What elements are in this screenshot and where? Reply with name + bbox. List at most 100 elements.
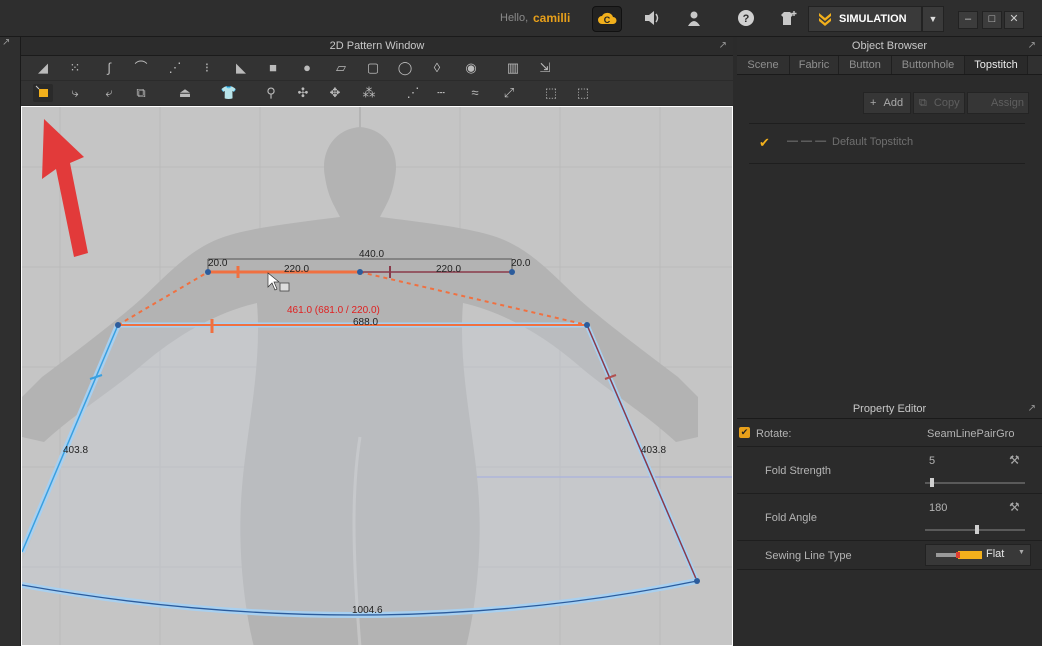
button-tool-icon[interactable]: ⁂ [359, 84, 379, 102]
svg-text:?: ? [743, 13, 750, 25]
pattern-toolbar-row-2: ⤷ ⤶ ⧉ ⏏ 👕 ⚲ ✣ ✥ ⁂ ⋰ ┄ ≈ ⤢ ⬚ ⬚ [21, 81, 733, 105]
hem-length-label: 1004.6 [352, 605, 383, 616]
popout-icon[interactable]: ↗ [1028, 400, 1036, 418]
trace-tool-icon[interactable]: ◉ [461, 59, 481, 77]
minimize-icon: – [964, 13, 972, 25]
sewing-line-type-value: Flat [986, 548, 1005, 560]
account-button[interactable] [680, 6, 708, 30]
left-side-label: 403.8 [63, 445, 89, 456]
internal-rectangle-tool-icon[interactable]: ▢ [363, 59, 383, 77]
texture-tool-icon[interactable]: ✥ [325, 84, 345, 102]
simulation-label: SIMULATION [839, 13, 907, 25]
select-graphic-tool-icon[interactable]: ⬚ [541, 84, 561, 102]
username-text[interactable]: camilli [533, 11, 570, 25]
expand-icon[interactable]: ↗ [2, 37, 10, 48]
list-item-default-topstitch[interactable]: ✔ — — — Default Topstitch [759, 135, 1029, 151]
edit-point-tool-icon[interactable]: ⁙ [65, 59, 85, 77]
tab-fabric[interactable]: Fabric [790, 56, 839, 74]
left-corner-label: 20.0 [208, 258, 228, 269]
top-right-seg-label: 220.0 [436, 264, 462, 275]
flat-seam-icon [936, 551, 982, 559]
pattern-canvas[interactable]: 440.0 20.0 20.0 220.0 220.0 461.0 (681.0… [21, 106, 733, 646]
user-icon [688, 11, 700, 26]
maximize-button[interactable]: □ [982, 11, 1002, 29]
right-side-label: 403.8 [641, 445, 667, 456]
object-browser-tabs: Scene Fabric Button Buttonhole Topstitch [737, 56, 1042, 75]
internal-polygon-tool-icon[interactable]: ▱ [331, 59, 351, 77]
popout-icon[interactable]: ↗ [1028, 37, 1036, 55]
fold-strength-slider-thumb[interactable] [930, 478, 934, 487]
pin-tool-icon[interactable]: ⚲ [261, 84, 281, 102]
tab-topstitch[interactable]: Topstitch [965, 56, 1028, 74]
pattern-toolbar-row-1: ◢ ⁙ ∫ ⌒ ⋰ ⁝ ◣ ■ ● ▱ ▢ ◯ ◊ ◉ ▥ ⇲ [21, 56, 733, 80]
slash-spread-tool-icon[interactable]: ▥ [503, 59, 523, 77]
segment-topstitch-tool-icon[interactable]: ┄ [431, 84, 451, 102]
rotate-checkbox[interactable]: ✔ [739, 427, 750, 438]
popout-icon[interactable]: ↗ [719, 37, 727, 55]
red-arrow-annotation [42, 119, 88, 257]
iron-tool-icon[interactable]: ⏏ [175, 84, 195, 102]
internal-circle-tool-icon[interactable]: ◯ [395, 59, 415, 77]
simulation-chevron-icon [819, 13, 831, 26]
minimize-button[interactable]: – [958, 11, 978, 29]
fold-strength-slider[interactable] [925, 482, 1025, 484]
edit-curve-point-tool-icon[interactable]: ∫ [99, 59, 119, 77]
tab-buttonhole[interactable]: Buttonhole [892, 56, 965, 74]
fold-strength-row: Fold Strength 5 ⚒ [737, 447, 1042, 494]
tab-button[interactable]: Button [839, 56, 892, 74]
avatar-add-button[interactable] [774, 6, 802, 30]
close-button[interactable]: ✕ [1004, 11, 1024, 29]
fold-angle-wrench-icon[interactable]: ⚒ [1009, 500, 1020, 514]
garment-tool-icon[interactable]: 👕 [219, 84, 239, 102]
help-button[interactable]: ? [732, 6, 760, 30]
simulation-button[interactable]: SIMULATION [808, 6, 922, 32]
rotate-value: SeamLinePairGro [927, 428, 1015, 440]
edit-curvature-tool-icon[interactable]: ⌒ [131, 59, 151, 77]
edit-topstitch-tool-icon[interactable]: ⤢ [499, 84, 519, 102]
fold-strength-wrench-icon[interactable]: ⚒ [1009, 453, 1020, 467]
circle-tool-icon[interactable]: ● [297, 59, 317, 77]
polygon-tool-icon[interactable]: ◣ [231, 59, 251, 77]
fold-arrangement-tool-icon[interactable] [33, 84, 53, 102]
fold-angle-label: Fold Angle [765, 512, 817, 524]
fold-angle-slider-thumb[interactable] [975, 525, 979, 534]
avatar-add-icon [781, 11, 797, 25]
copy-icon: ⧉ [919, 97, 927, 109]
dropdown-arrow-icon: ▼ [928, 14, 938, 24]
copy-button[interactable]: ⧉ Copy [913, 92, 965, 114]
fold-strength-value[interactable]: 5 [929, 455, 935, 467]
mid-width-label: 688.0 [353, 317, 379, 328]
close-icon: ✕ [1009, 13, 1019, 25]
free-sewing-tool-icon[interactable]: ⤶ [99, 84, 119, 102]
fold-tool-icon[interactable]: ⇲ [535, 59, 555, 77]
transform-graphic-tool-icon[interactable]: ⬚ [573, 84, 593, 102]
plus-icon: + [870, 97, 877, 109]
right-corner-label: 20.0 [511, 258, 531, 269]
object-browser-title: Object Browser [851, 40, 928, 52]
add-point-tool-icon[interactable]: ⋰ [165, 59, 185, 77]
sound-button[interactable] [638, 6, 666, 30]
dart-tool-icon[interactable]: ◊ [427, 59, 447, 77]
free-topstitch-tool-icon[interactable]: ≈ [465, 84, 485, 102]
copy-label: Copy [933, 97, 960, 109]
clo-cloud-button[interactable]: C [592, 6, 622, 32]
simulation-dropdown[interactable]: ▼ [922, 6, 944, 32]
greeting-text: Hello, [500, 12, 529, 24]
rectangle-tool-icon[interactable]: ■ [263, 59, 283, 77]
edit-sewing-tool-icon[interactable]: ⧉ [131, 84, 151, 102]
transform-pattern-tool-icon[interactable]: ◢ [33, 59, 53, 77]
cut-tool-icon[interactable]: ⁝ [197, 59, 217, 77]
topstitch-tool-icon[interactable]: ⋰ [403, 84, 423, 102]
sewing-line-type-select[interactable]: Flat ▼ [925, 544, 1031, 566]
fold-angle-value[interactable]: 180 [929, 502, 947, 514]
pattern-window-header: 2D Pattern Window ↗ [21, 37, 733, 56]
clo-cloud-icon: C [598, 12, 617, 25]
maximize-icon: □ [988, 13, 996, 25]
segment-sewing-tool-icon[interactable]: ⤷ [65, 84, 85, 102]
topstitch-line-sample: — — — [787, 135, 827, 147]
assign-button[interactable]: Assign [967, 92, 1029, 114]
property-editor-title: Property Editor [852, 403, 927, 415]
tab-scene[interactable]: Scene [737, 56, 790, 74]
add-button[interactable]: + Add [863, 92, 911, 114]
fabric-tool-icon[interactable]: ✣ [293, 84, 313, 102]
